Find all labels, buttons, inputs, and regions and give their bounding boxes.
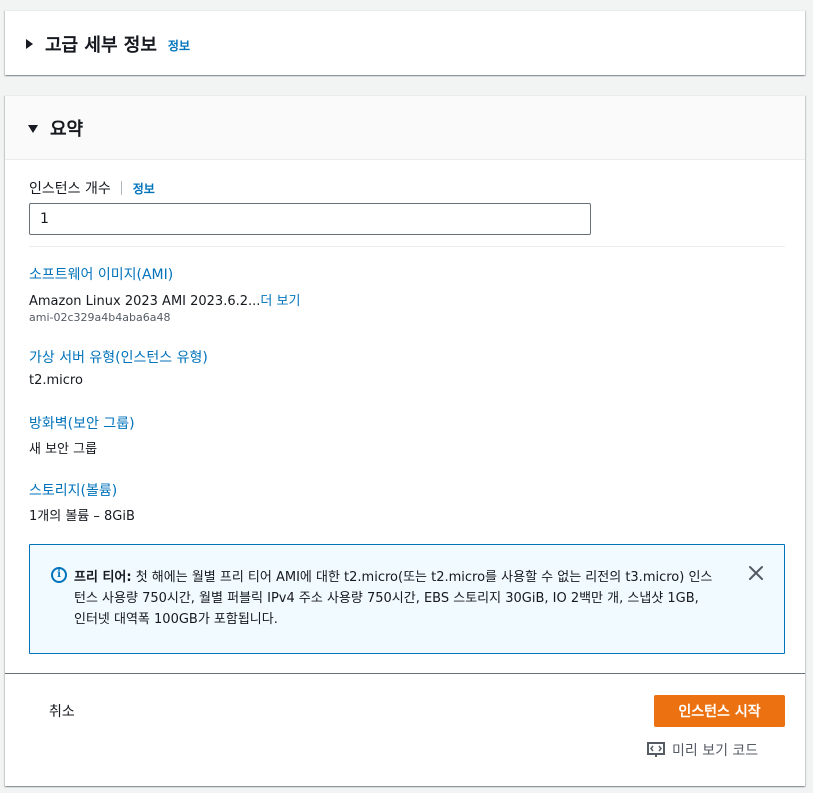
caret-down-icon	[28, 125, 38, 133]
summary-panel: 요약 인스턴스 개수 정보 소프트웨어 이미지(AMI) Amazon Linu…	[5, 95, 805, 786]
instance-type-value: t2.micro	[29, 373, 83, 388]
instance-count-label: 인스턴스 개수	[29, 181, 111, 197]
label-divider	[120, 181, 122, 195]
info-icon: i	[51, 567, 67, 583]
ami-more-link[interactable]: 더 보기	[260, 294, 300, 309]
launch-instance-button[interactable]: 인스턴스 시작	[654, 695, 785, 727]
summary-toggle[interactable]: 요약	[28, 115, 83, 141]
instance-count-info-link[interactable]: 정보	[133, 180, 155, 197]
ami-value: Amazon Linux 2023 AMI 2023.6.2...	[29, 294, 261, 309]
preview-code-button[interactable]: 미리 보기 코드	[647, 740, 758, 760]
ami-section-link[interactable]: 소프트웨어 이미지(AMI)	[29, 264, 173, 284]
footer-divider	[5, 673, 805, 674]
close-icon[interactable]	[744, 561, 768, 585]
instance-type-link[interactable]: 가상 서버 유형(인스턴스 유형)	[29, 347, 208, 367]
advanced-details-title: 고급 세부 정보	[45, 35, 157, 56]
summary-header: 요약	[5, 96, 805, 160]
section-divider	[29, 246, 785, 247]
firewall-value: 새 보안 그룹	[29, 442, 98, 457]
free-tier-alert: i 프리 티어: 첫 해에는 월별 프리 티어 AMI에 대한 t2.micro…	[29, 544, 785, 654]
firewall-link[interactable]: 방화벽(보안 그룹)	[29, 413, 135, 433]
storage-value: 1개의 볼륨 – 8GiB	[29, 509, 135, 524]
code-preview-icon	[647, 742, 665, 757]
preview-code-label: 미리 보기 코드	[672, 743, 759, 759]
free-tier-body: 첫 해에는 월별 프리 티어 AMI에 대한 t2.micro(또는 t2.mi…	[74, 570, 713, 627]
free-tier-text: 프리 티어: 첫 해에는 월별 프리 티어 AMI에 대한 t2.micro(또…	[74, 567, 714, 630]
instance-count-label-row: 인스턴스 개수 정보	[29, 178, 155, 198]
caret-right-icon	[26, 39, 33, 49]
instance-count-input[interactable]	[29, 203, 591, 235]
ami-id: ami-02c329a4b4aba6a48	[29, 311, 171, 324]
storage-link[interactable]: 스토리지(볼륨)	[29, 480, 117, 500]
advanced-info-link[interactable]: 정보	[168, 37, 190, 54]
advanced-details-header[interactable]: 고급 세부 정보 정보	[26, 31, 190, 57]
free-tier-bold: 프리 티어:	[74, 570, 132, 585]
summary-title: 요약	[50, 119, 84, 140]
ami-value-row: Amazon Linux 2023 AMI 2023.6.2...더 보기	[29, 290, 300, 309]
cancel-button[interactable]: 취소	[49, 701, 75, 721]
advanced-details-panel: 고급 세부 정보 정보	[5, 10, 805, 75]
